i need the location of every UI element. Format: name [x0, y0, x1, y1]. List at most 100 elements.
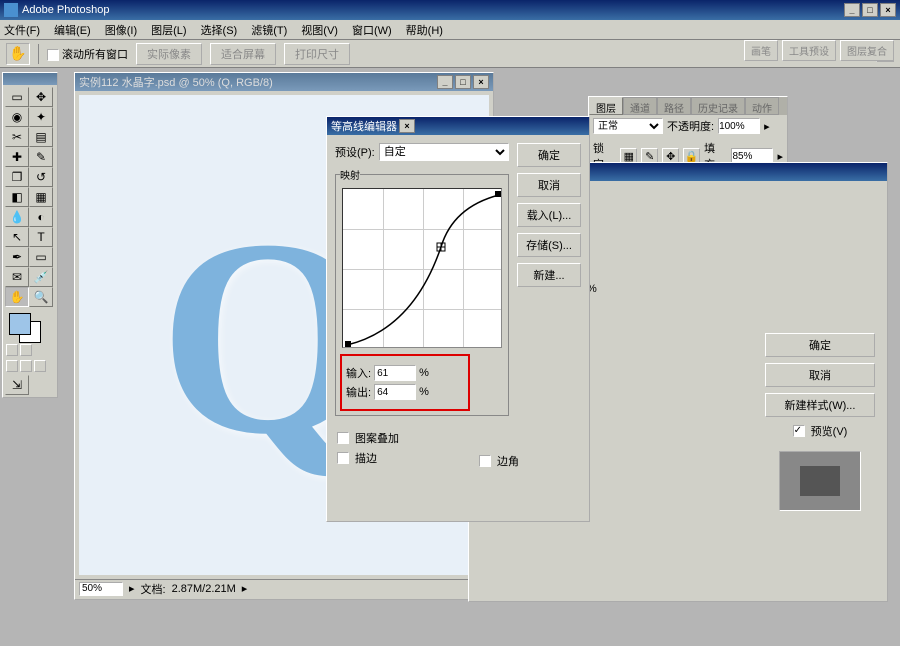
shape-tool[interactable]: ▭: [29, 247, 53, 267]
output-value-field[interactable]: [374, 384, 416, 400]
menu-help[interactable]: 帮助(H): [406, 22, 443, 38]
stroke-checkbox[interactable]: [337, 452, 349, 464]
quick-layercomp[interactable]: 图层复合: [840, 40, 894, 61]
preset-label: 预设(P):: [335, 144, 375, 160]
wand-tool[interactable]: ✦: [29, 107, 53, 127]
hand-tool-icon[interactable]: ✋: [6, 43, 30, 65]
move-tool[interactable]: ✥: [29, 87, 53, 107]
style-preview-checkbox[interactable]: 预览(V): [765, 423, 875, 439]
contour-ok-button[interactable]: 确定: [517, 143, 581, 167]
contour-cancel-button[interactable]: 取消: [517, 173, 581, 197]
minimize-button[interactable]: _: [844, 3, 860, 17]
contour-titlebar[interactable]: 等高线编辑器 ×: [327, 117, 589, 135]
hand-tool[interactable]: ✋: [5, 287, 29, 307]
contour-new-button[interactable]: 新建...: [517, 263, 581, 287]
pattern-overlay-checkbox[interactable]: [337, 432, 349, 444]
opacity-arrow-icon[interactable]: ▸: [764, 120, 770, 133]
output-label: 输出:: [346, 384, 371, 400]
screen-standard[interactable]: [6, 360, 18, 372]
tab-channels[interactable]: 通道: [623, 97, 657, 115]
document-titlebar[interactable]: 实例112 水晶字.psd @ 50% (Q, RGB/8) _ □ ×: [75, 73, 493, 91]
tab-layers[interactable]: 图层: [589, 97, 623, 115]
gradient-tool[interactable]: ▦: [29, 187, 53, 207]
doc-minimize-button[interactable]: _: [437, 75, 453, 89]
menu-window[interactable]: 窗口(W): [352, 22, 392, 38]
maximize-button[interactable]: □: [862, 3, 878, 17]
stroke-label: 描边: [355, 450, 377, 466]
tab-history[interactable]: 历史记录: [691, 97, 745, 115]
dodge-tool[interactable]: ◐: [29, 207, 53, 227]
type-tool[interactable]: T: [29, 227, 53, 247]
menu-file[interactable]: 文件(F): [4, 22, 40, 38]
app-titlebar: Adobe Photoshop _ □ ×: [0, 0, 900, 20]
contour-close-button[interactable]: ×: [399, 119, 415, 133]
foreground-color-swatch[interactable]: [9, 313, 31, 335]
contour-load-button[interactable]: 载入(L)...: [517, 203, 581, 227]
contour-editor-dialog: 等高线编辑器 × 预设(P): 自定 映射: [326, 116, 590, 522]
eraser-tool[interactable]: ◧: [5, 187, 29, 207]
opacity-input[interactable]: [718, 118, 760, 134]
fill-arrow-icon[interactable]: ▸: [777, 150, 783, 163]
print-size-button[interactable]: 打印尺寸: [284, 43, 350, 65]
curve-editor[interactable]: [342, 188, 502, 348]
fit-screen-button[interactable]: 适合屏幕: [210, 43, 276, 65]
scroll-all-checkbox[interactable]: 滚动所有窗口: [47, 46, 128, 62]
brush-tool[interactable]: ✎: [29, 147, 53, 167]
corner-label: 边角: [497, 453, 519, 469]
lasso-tool[interactable]: ◉: [5, 107, 29, 127]
quick-brush[interactable]: 画笔: [744, 40, 778, 61]
menu-image[interactable]: 图像(I): [105, 22, 137, 38]
screen-full-menu[interactable]: [20, 360, 32, 372]
history-brush-tool[interactable]: ↺: [29, 167, 53, 187]
menu-layer[interactable]: 图层(L): [151, 22, 186, 38]
mode-standard[interactable]: [6, 344, 18, 356]
style-cancel-button[interactable]: 取消: [765, 363, 875, 387]
menu-select[interactable]: 选择(S): [201, 22, 238, 38]
mapping-label: 映射: [340, 167, 360, 182]
zoom-tool[interactable]: 🔍: [29, 287, 53, 307]
path-tool[interactable]: ↖: [5, 227, 29, 247]
pen-tool[interactable]: ✒: [5, 247, 29, 267]
preset-select[interactable]: 自定: [379, 143, 509, 161]
contour-title: 等高线编辑器: [331, 118, 397, 134]
style-ok-button[interactable]: 确定: [765, 333, 875, 357]
doc-maximize-button[interactable]: □: [455, 75, 471, 89]
crop-tool[interactable]: ✂: [5, 127, 29, 147]
menu-view[interactable]: 视图(V): [301, 22, 338, 38]
io-highlight-box: 输入: % 输出: %: [340, 354, 470, 411]
style-newstyle-button[interactable]: 新建样式(W)...: [765, 393, 875, 417]
doc-close-button[interactable]: ×: [473, 75, 489, 89]
screen-full[interactable]: [34, 360, 46, 372]
slice-tool[interactable]: ▤: [29, 127, 53, 147]
menu-filter[interactable]: 滤镜(T): [251, 22, 287, 38]
color-swatches[interactable]: [5, 311, 55, 341]
docsize-value: 2.87M/2.21M: [172, 583, 236, 595]
menubar: 文件(F) 编辑(E) 图像(I) 图层(L) 选择(S) 滤镜(T) 视图(V…: [0, 20, 900, 40]
mapping-group: 映射: [335, 167, 509, 416]
contour-save-button[interactable]: 存储(S)...: [517, 233, 581, 257]
blend-mode-select[interactable]: 正常: [593, 118, 663, 134]
notes-tool[interactable]: ✉: [5, 267, 29, 287]
app-icon: [4, 3, 18, 17]
curve-path-icon: [343, 189, 503, 349]
mode-quickmask[interactable]: [20, 344, 32, 356]
blur-tool[interactable]: 💧: [5, 207, 29, 227]
pattern-overlay-label: 图案叠加: [355, 430, 399, 446]
opacity-label: 不透明度:: [667, 118, 714, 134]
marquee-tool[interactable]: ▭: [5, 87, 29, 107]
quick-toolpreset[interactable]: 工具预设: [782, 40, 836, 61]
corner-checkbox[interactable]: [479, 455, 491, 467]
close-button[interactable]: ×: [880, 3, 896, 17]
actual-pixels-button[interactable]: 实际像素: [136, 43, 202, 65]
tab-paths[interactable]: 路径: [657, 97, 691, 115]
menu-edit[interactable]: 编辑(E): [54, 22, 91, 38]
stamp-tool[interactable]: ❐: [5, 167, 29, 187]
tab-actions[interactable]: 动作: [745, 97, 779, 115]
heal-tool[interactable]: ✚: [5, 147, 29, 167]
app-title: Adobe Photoshop: [22, 4, 109, 16]
zoom-input[interactable]: [79, 582, 123, 596]
eyedropper-tool[interactable]: 💉: [29, 267, 53, 287]
jump-to-button[interactable]: ⇲: [5, 375, 29, 395]
document-title: 实例112 水晶字.psd @ 50% (Q, RGB/8): [79, 74, 273, 90]
input-value-field[interactable]: [374, 365, 416, 381]
